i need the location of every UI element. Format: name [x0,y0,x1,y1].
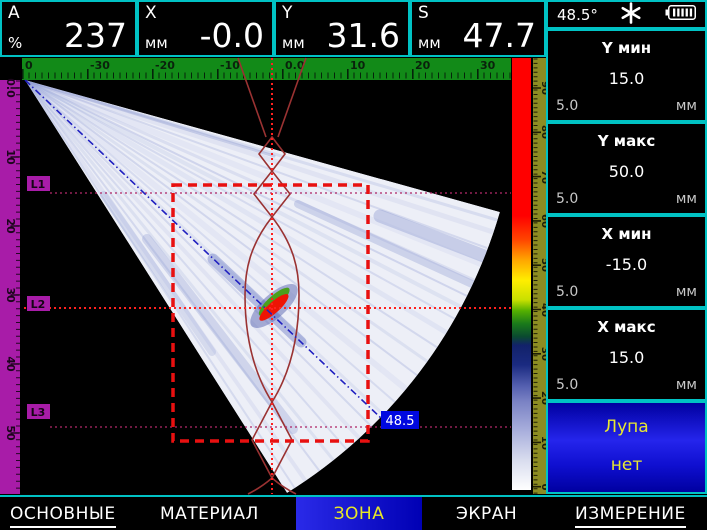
battery-icon [665,5,696,24]
param-step: 5.0 [556,98,578,114]
beam-angle-label: 48.5 [381,411,419,429]
measure-value: 47.7 [463,17,536,55]
svg-text:-30: -30 [90,59,110,72]
param-title: Y мин [548,39,705,57]
svg-text:-20: -20 [155,59,175,72]
param-value: 15.0 [548,69,705,88]
svg-text:10: 10 [539,436,546,450]
svg-text:30: 30 [539,347,546,361]
svg-text:40: 40 [539,303,546,317]
svg-text:70: 70 [539,170,546,184]
svg-text:0.0: 0.0 [4,78,17,98]
svg-text:L2: L2 [31,298,46,311]
param-step: 5.0 [556,377,578,393]
measure-label: A [8,3,20,23]
svg-text:10: 10 [350,59,366,72]
measure-label: Y [282,3,292,23]
measure-cell-y: Y мм 31.6 [274,0,410,57]
param-value: -15.0 [548,255,705,274]
magnifier-cell[interactable]: Лупа нет [546,401,707,494]
status-cell: 48.5° [546,0,707,29]
measure-value: 31.6 [327,17,400,55]
svg-text:30: 30 [4,287,17,303]
param-cell-y-max[interactable]: Y макс 50.0 5.0 мм [546,122,707,215]
param-unit: мм [676,284,697,300]
measure-unit: % [8,34,22,52]
svg-text:10: 10 [4,149,17,165]
param-unit: мм [676,377,697,393]
menu-bar: ОСНОВНЫЕ МАТЕРИАЛ ЗОНА ЭКРАН ИЗМЕРЕНИЕ [0,495,707,530]
param-cell-y-min[interactable]: Y мин 15.0 5.0 мм [546,29,707,122]
param-title: Y макс [548,132,705,150]
sector-scan: 0 -30 -20 -10 0.0 10 20 30 0.0 10 20 30 … [0,57,546,495]
param-step: 5.0 [556,284,578,300]
svg-text:-10: -10 [220,59,240,72]
x-ruler: 0 -30 -20 -10 0.0 10 20 30 [22,58,511,80]
svg-text:20: 20 [539,391,546,405]
measure-label: X [145,3,157,23]
magnifier-title: Лупа [548,417,705,437]
measure-unit: мм [145,34,168,52]
param-value: 50.0 [548,162,705,181]
param-unit: мм [676,98,697,114]
svg-text:48.5: 48.5 [386,414,415,429]
menu-item-zona-label: ЗОНА [334,504,385,524]
probe-angle: 48.5° [557,6,598,24]
measure-unit: мм [282,34,305,52]
param-title: X мин [548,225,705,243]
svg-text:50: 50 [4,425,17,441]
svg-text:40: 40 [4,356,17,372]
asterisk-icon [620,2,642,28]
svg-text:20: 20 [415,59,431,72]
svg-text:20: 20 [4,218,17,234]
depth-ruler: 0.0 10 20 30 40 50 [0,78,20,494]
param-cell-x-max[interactable]: X макс 15.0 5.0 мм [546,308,707,401]
svg-text:80: 80 [539,125,546,139]
svg-text:30: 30 [480,59,496,72]
svg-text:50: 50 [539,258,546,272]
measure-value: -0.0 [200,17,264,55]
svg-text:90: 90 [539,81,546,95]
param-unit: мм [676,191,697,207]
measure-cell-s: S мм 47.7 [410,0,546,57]
amplitude-ruler: 90 80 70 60 50 40 30 20 10 0 [533,58,546,494]
svg-text:L1: L1 [31,178,46,191]
param-step: 5.0 [556,191,578,207]
measure-value: 237 [64,17,127,55]
param-cell-x-min[interactable]: X мин -15.0 5.0 мм [546,215,707,308]
menu-item-zona[interactable]: ЗОНА [296,497,422,530]
menu-item-ekran[interactable]: ЭКРАН [456,504,517,524]
menu-item-osnovnye[interactable]: ОСНОВНЫЕ [10,504,116,528]
svg-text:0: 0 [539,484,546,491]
svg-text:60: 60 [539,214,546,228]
amplitude-colorbar [512,58,531,490]
measure-label: S [418,3,429,23]
measure-cell-amplitude: A % 237 [0,0,137,57]
param-title: X макс [548,318,705,336]
menu-item-material[interactable]: МАТЕРИАЛ [160,504,259,524]
measure-cell-x: X мм -0.0 [137,0,274,57]
param-value: 15.0 [548,348,705,367]
magnifier-value: нет [548,455,705,475]
svg-text:L3: L3 [31,406,46,419]
measure-unit: мм [418,34,441,52]
svg-text:0: 0 [25,59,33,72]
menu-item-izmerenie[interactable]: ИЗМЕРЕНИЕ [575,504,686,528]
